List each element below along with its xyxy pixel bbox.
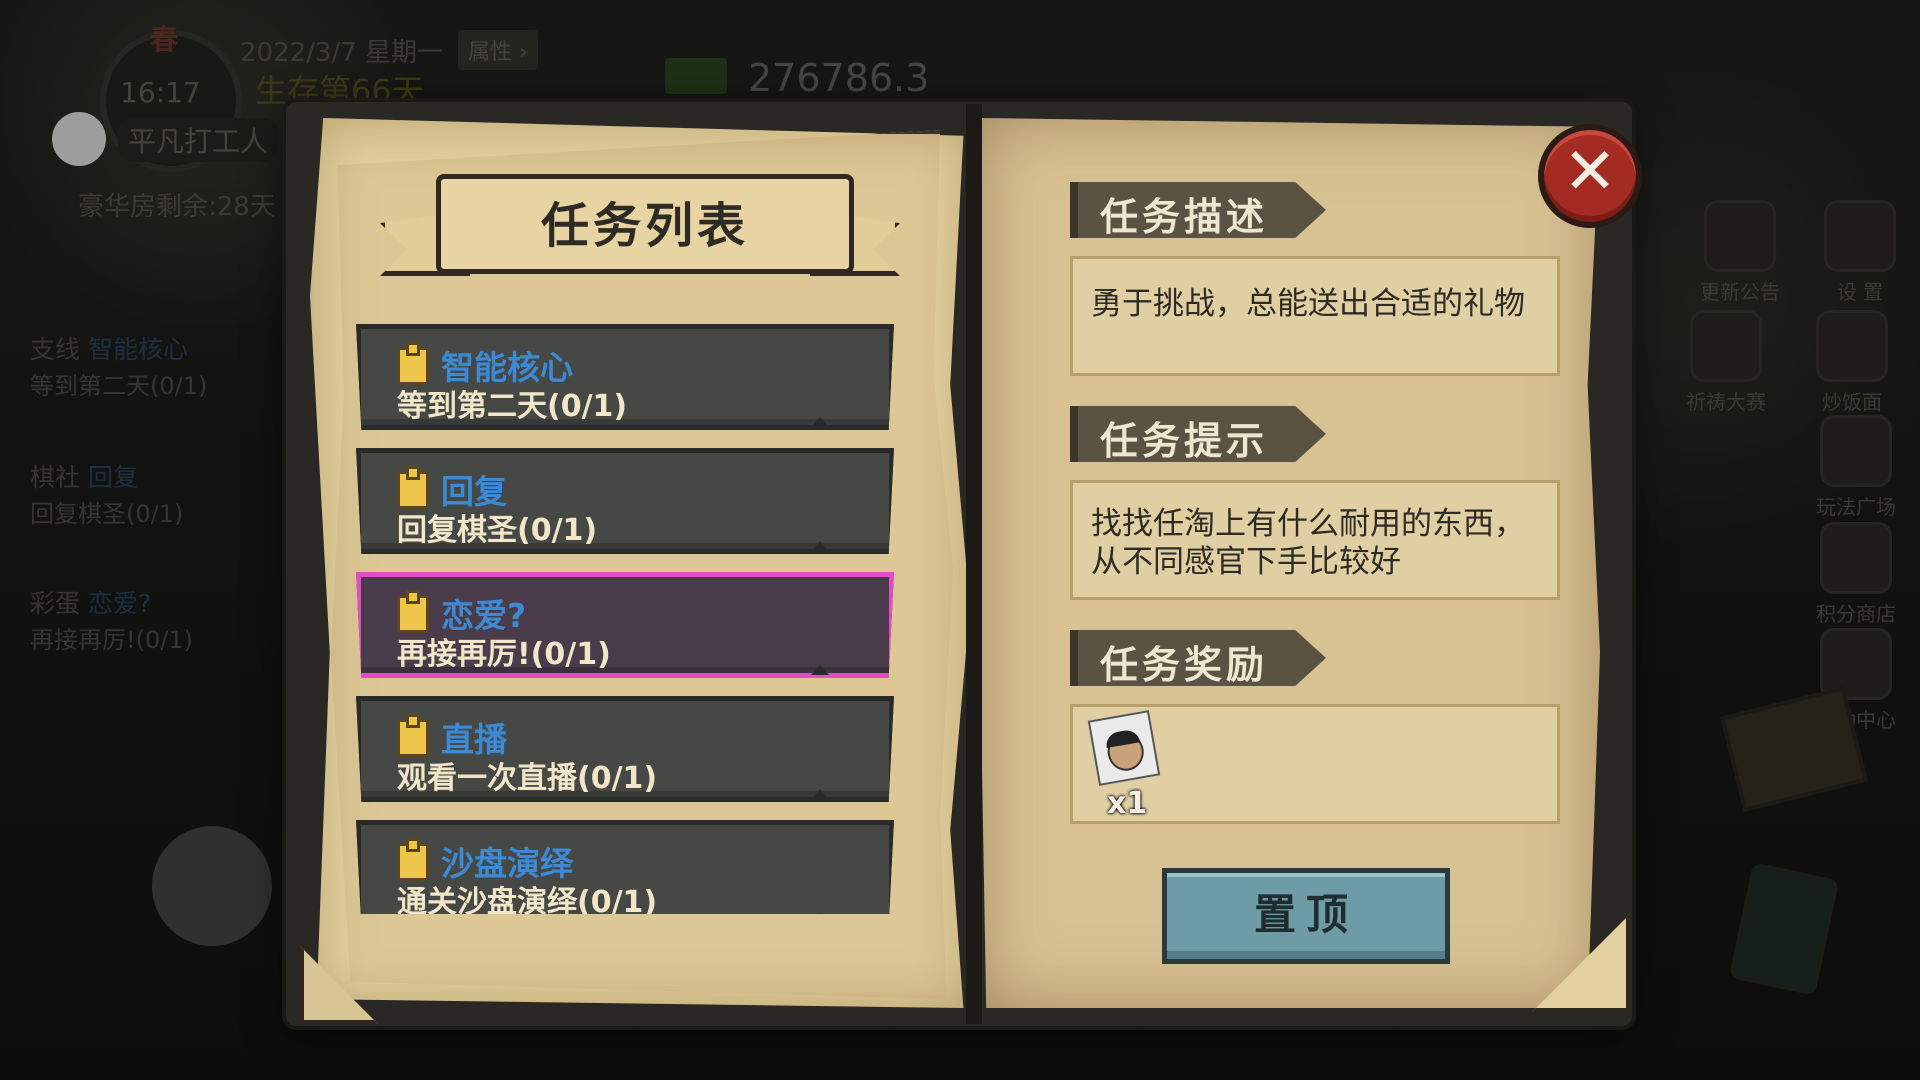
task-list[interactable]: 智能核心 等到第二天(0/1) 回复 回复棋圣(0/1) 恋爱? 再接再厉!(0… (356, 324, 904, 914)
clipboard-icon (397, 466, 429, 509)
description-text: 勇于挑战，总能送出合适的礼物 (1091, 286, 1525, 322)
clipboard-icon (397, 714, 429, 757)
task-notch (811, 789, 829, 799)
close-button[interactable]: ✕ (1538, 124, 1642, 228)
task-notch (811, 665, 829, 675)
task-notch (811, 417, 829, 427)
description-header-label: 任务描述 (1100, 195, 1269, 239)
description-box: 勇于挑战，总能送出合适的礼物 (1070, 256, 1560, 376)
book-spine (966, 104, 982, 1024)
pin-to-top-button[interactable]: 置顶 (1162, 868, 1450, 964)
task-item[interactable]: 回复 回复棋圣(0/1) (356, 448, 894, 554)
close-x-icon: ✕ (1563, 135, 1617, 209)
task-notch (811, 541, 829, 551)
task-notch (811, 913, 829, 914)
task-desc: 等到第二天(0/1) (397, 389, 628, 424)
hint-box: 找找任淘上有什么耐用的东西，从不同感官下手比较好 (1070, 480, 1560, 600)
task-item[interactable]: 直播 观看一次直播(0/1) (356, 696, 894, 802)
dialog-title: 任务列表 (540, 198, 749, 254)
task-desc: 回复棋圣(0/1) (397, 513, 598, 548)
hint-header: 任务提示 (1070, 406, 1326, 462)
header-bar (1070, 182, 1078, 238)
task-desc: 观看一次直播(0/1) (397, 761, 658, 796)
task-item-selected[interactable]: 恋爱? 再接再厉!(0/1) (356, 572, 894, 678)
reward-box: x1 (1070, 704, 1560, 824)
task-item[interactable]: 沙盘演绎 通关沙盘演绎(0/1) (356, 820, 894, 914)
task-desc: 再接再厉!(0/1) (397, 637, 611, 672)
description-header: 任务描述 (1070, 182, 1326, 238)
header-bar (1070, 406, 1078, 462)
clipboard-icon (397, 342, 429, 385)
reward-header-label: 任务奖励 (1100, 643, 1269, 687)
clipboard-icon (397, 590, 429, 633)
magazine-portrait-icon[interactable] (1087, 710, 1161, 786)
hint-text: 找找任淘上有什么耐用的东西，从不同感官下手比较好 (1091, 506, 1525, 580)
reward-quantity: x1 (1107, 786, 1148, 821)
task-desc: 通关沙盘演绎(0/1) (397, 885, 658, 914)
title-banner: 任务列表 (380, 164, 900, 284)
hint-header-label: 任务提示 (1100, 419, 1269, 463)
task-item[interactable]: 智能核心 等到第二天(0/1) (356, 324, 894, 430)
clipboard-icon (397, 838, 429, 881)
header-bar (1070, 630, 1078, 686)
reward-header: 任务奖励 (1070, 630, 1326, 686)
